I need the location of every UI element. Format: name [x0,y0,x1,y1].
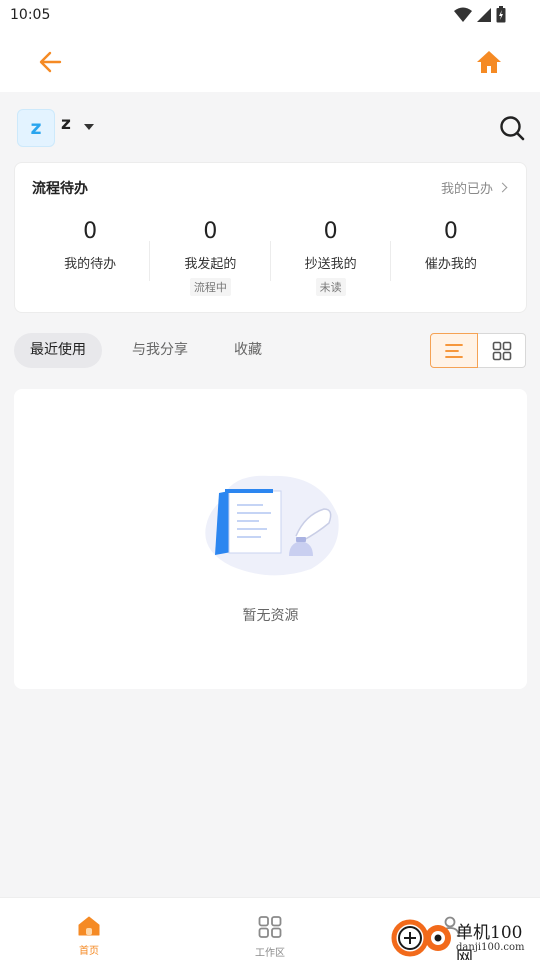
tab-recent[interactable]: 最近使用 [14,333,102,368]
tab-shared-with-me[interactable]: 与我分享 [116,333,204,368]
stat-my-todo[interactable]: 0 我的待办 [30,215,151,305]
watermark-logo [391,919,451,957]
home-icon [78,916,100,936]
nav-home[interactable]: 首页 [59,916,119,957]
tab-favorites[interactable]: 收藏 [218,333,278,368]
stat-cc-to-me[interactable]: 0 抄送我的 未读 [271,215,391,305]
search-icon [500,116,525,141]
stat-label: 我发起的 [184,257,237,272]
chevron-right-icon [497,182,508,193]
nav-label: 首页 [79,946,99,957]
arrow-left-icon [39,51,62,73]
stat-label: 我的待办 [64,257,117,272]
back-button[interactable] [36,50,66,74]
stat-sub-badge: 未读 [315,278,346,296]
battery-icon [496,6,506,23]
view-toggle [430,333,527,368]
stat-sub-badge: 流程中 [189,278,231,296]
stat-label: 催办我的 [424,257,477,272]
empty-message: 暂无资源 [242,608,299,624]
grid-icon [492,341,511,360]
resource-list: 暂无资源 [14,389,527,689]
stat-label: 抄送我的 [304,257,357,272]
list-view-button[interactable] [430,333,478,368]
stat-value: 0 [83,219,98,244]
grid-icon [258,916,282,938]
my-done-link[interactable]: 我的已办 [440,178,508,197]
signal-icon [477,7,491,22]
system-icons [454,6,506,23]
resource-tabs: 最近使用 与我分享 收藏 [14,333,527,369]
search-button[interactable] [498,114,526,142]
list-icon [445,343,463,358]
stat-value: 0 [443,219,458,244]
avatar[interactable]: z [17,109,55,147]
stat-urged-me[interactable]: 0 催办我的 [391,215,511,305]
user-row: z z [0,92,540,162]
stat-value: 0 [323,219,338,244]
user-name[interactable]: z [61,114,71,134]
top-bar [0,30,540,92]
nav-label: 工作区 [255,948,285,959]
workflow-todo-card: 流程待办 我的已办 0 我的待办 0 我发起的 流程中 0 抄送我的 未读 0 … [14,162,527,313]
stat-value: 0 [203,219,218,244]
card-title: 流程待办 [32,181,88,197]
stats-row: 0 我的待办 0 我发起的 流程中 0 抄送我的 未读 0 催办我的 [15,215,528,305]
nav-workspace[interactable]: 工作区 [240,916,300,959]
status-bar: 10:05 [0,0,540,30]
wifi-icon [454,7,472,22]
status-time: 10:05 [10,7,51,23]
watermark: 单机100网 danji100.com [388,914,538,960]
watermark-brand: 单机100网 [456,923,523,960]
watermark-url: danji100.com [456,942,525,953]
stat-initiated[interactable]: 0 我发起的 流程中 [150,215,271,305]
home-button[interactable] [474,48,504,76]
home-icon [477,51,501,73]
grid-view-button[interactable] [478,333,526,368]
caret-down-icon[interactable] [84,124,94,130]
my-done-label: 我的已办 [440,182,493,197]
empty-notebook-illustration [205,475,339,576]
